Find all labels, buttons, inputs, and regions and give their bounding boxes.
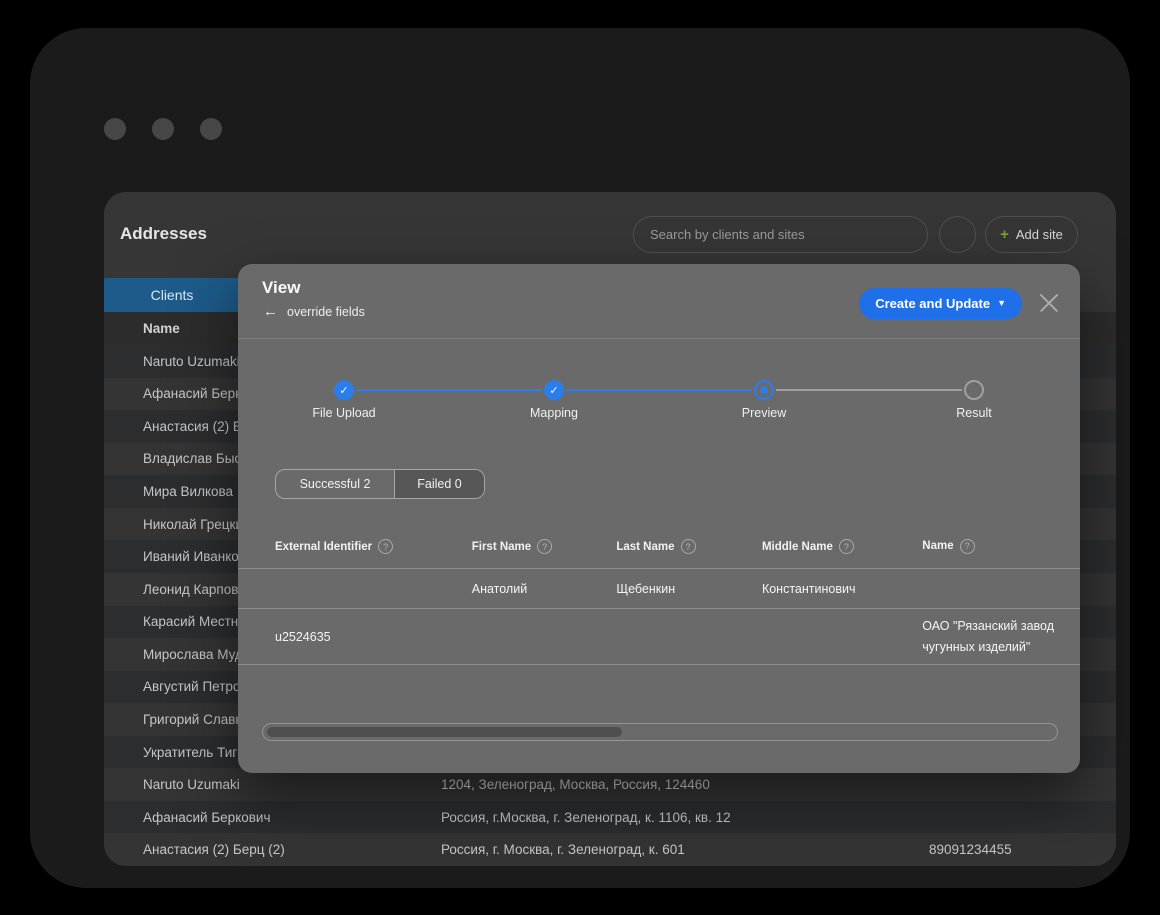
add-site-button[interactable]: + Add site xyxy=(985,216,1078,253)
client-name-cell: Naruto Uzumaki xyxy=(104,777,441,792)
import-preview-modal: View ← override fields Create and Update… xyxy=(238,264,1080,773)
result-tabs: Successful 2 Failed 0 xyxy=(275,469,485,499)
cell-first-name: Анатолий xyxy=(472,582,617,596)
step-label-file-upload: File Upload xyxy=(239,406,449,420)
tab-successful[interactable]: Successful 2 xyxy=(276,470,394,498)
client-name-cell: Анастасия (2) Берц (2) xyxy=(104,842,441,857)
client-name-cell: Афанасий Беркович xyxy=(104,810,441,825)
column-name: Name ? xyxy=(922,537,1080,556)
window-dot xyxy=(200,118,222,140)
window-controls xyxy=(104,118,222,140)
step-connector xyxy=(356,389,542,391)
column-last-name: Last Name ? xyxy=(616,539,762,554)
close-icon[interactable] xyxy=(1038,292,1060,314)
column-external-identifier: External Identifier ? xyxy=(275,539,472,554)
preview-table: External Identifier ? First Name ? Last … xyxy=(238,525,1080,665)
step-label-mapping: Mapping xyxy=(449,406,659,420)
help-icon[interactable]: ? xyxy=(537,539,552,554)
step-file-upload-check-icon: ✓ xyxy=(334,380,354,400)
step-connector xyxy=(776,389,962,391)
step-label-preview: Preview xyxy=(659,406,869,420)
cell-name: ОАО "Рязанский завод чугунных изделий" xyxy=(922,616,1080,657)
chevron-down-icon: ▼ xyxy=(997,299,1006,308)
scrollbar-thumb[interactable] xyxy=(267,727,622,737)
client-row[interactable]: Анастасия (2) Берц (2) Россия, г. Москва… xyxy=(104,833,1116,866)
preview-row: Анатолий Щебенкин Константинович xyxy=(238,569,1080,609)
window-dot xyxy=(152,118,174,140)
search-field xyxy=(633,216,928,253)
help-icon[interactable]: ? xyxy=(839,539,854,554)
client-address-cell: 1204, Зеленоград, Москва, Россия, 124460 xyxy=(441,777,929,792)
page-background: Addresses + Add site Clients Name Naruto… xyxy=(0,0,1160,915)
horizontal-scrollbar[interactable] xyxy=(262,723,1058,741)
back-link-label: override fields xyxy=(287,305,365,319)
client-phone-cell: 89091234455 xyxy=(929,842,1116,857)
cell-middle-name: Константинович xyxy=(762,582,922,596)
app-window: Addresses + Add site Clients Name Naruto… xyxy=(30,28,1130,888)
modal-title: View xyxy=(262,278,300,298)
client-address-cell: Россия, г.Москва, г. Зеленоград, к. 1106… xyxy=(441,810,929,825)
preview-table-header: External Identifier ? First Name ? Last … xyxy=(238,525,1080,569)
column-first-name: First Name ? xyxy=(472,539,617,554)
cell-external-identifier: u2524635 xyxy=(275,630,472,644)
cell-last-name: Щебенкин xyxy=(616,582,762,596)
column-middle-name: Middle Name ? xyxy=(762,539,922,554)
circle-button[interactable] xyxy=(939,216,976,253)
page-title: Addresses xyxy=(120,224,207,244)
tab-failed[interactable]: Failed 0 xyxy=(394,470,484,498)
step-label-result: Result xyxy=(869,406,1079,420)
back-arrow-icon: ← xyxy=(263,304,278,319)
step-preview-current-icon xyxy=(754,380,774,400)
tab-clients[interactable]: Clients xyxy=(104,278,240,312)
help-icon[interactable]: ? xyxy=(960,539,975,554)
help-icon[interactable]: ? xyxy=(681,539,696,554)
step-mapping-check-icon: ✓ xyxy=(544,380,564,400)
create-and-update-label: Create and Update xyxy=(875,296,990,311)
client-row[interactable]: Афанасий Беркович Россия, г.Москва, г. З… xyxy=(104,801,1116,834)
add-site-label: Add site xyxy=(1016,227,1063,242)
client-address-cell: Россия, г. Москва, г. Зеленоград, к. 601 xyxy=(441,842,929,857)
window-dot xyxy=(104,118,126,140)
step-result-circle-icon xyxy=(964,380,984,400)
client-row[interactable]: Naruto Uzumaki 1204, Зеленоград, Москва,… xyxy=(104,768,1116,801)
step-connector xyxy=(566,389,752,391)
back-link[interactable]: ← override fields xyxy=(263,304,365,319)
preview-row: u2524635 ОАО "Рязанский завод чугунных и… xyxy=(238,609,1080,665)
create-and-update-button[interactable]: Create and Update ▼ xyxy=(859,288,1022,319)
search-input[interactable] xyxy=(633,216,928,253)
modal-header-divider xyxy=(238,338,1080,339)
help-icon[interactable]: ? xyxy=(378,539,393,554)
plus-icon: + xyxy=(1000,227,1009,242)
